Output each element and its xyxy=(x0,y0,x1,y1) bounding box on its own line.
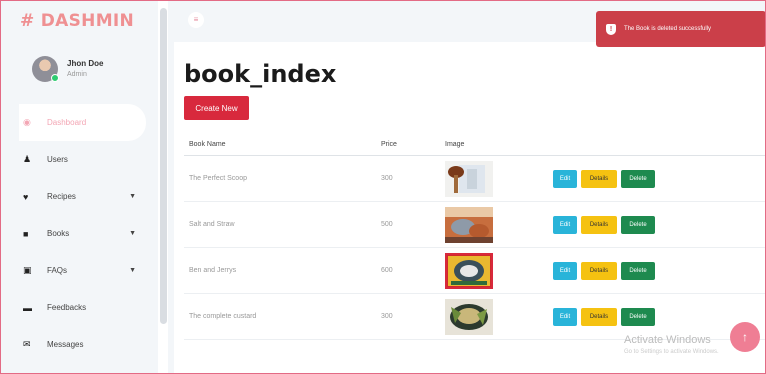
sidebar: # DASHMIN Jhon Doe Admin ◉ Dashboard ♟ U… xyxy=(0,0,158,374)
details-button[interactable]: Details xyxy=(581,215,617,234)
sidebar-item-faqs[interactable]: ▣ FAQs ▼ xyxy=(23,252,146,289)
details-button[interactable]: Details xyxy=(581,261,617,280)
table-row: Salt and Straw 500 Edit Details Delete xyxy=(184,202,766,248)
sidebar-item-label: Users xyxy=(47,155,68,164)
book-price-cell: 300 xyxy=(381,313,393,320)
chevron-down-icon[interactable]: ▼ xyxy=(129,230,136,237)
create-new-button[interactable]: Create New xyxy=(184,96,249,120)
watermark-title: Activate Windows xyxy=(624,334,711,346)
user-name: Jhon Doe xyxy=(67,59,104,68)
user-profile: Jhon Doe Admin xyxy=(32,56,103,82)
messages-icon: ✉ xyxy=(23,339,31,349)
sidebar-item-label: Feedbacks xyxy=(47,303,87,312)
chevron-down-icon[interactable]: ▼ xyxy=(129,267,136,274)
page-title: book_index xyxy=(184,60,337,88)
sidebar-item-label: FAQs xyxy=(47,266,68,275)
delete-success-toast: ! The Book is deleted successfully xyxy=(596,11,766,47)
back-to-top-icon[interactable]: ↑ xyxy=(730,322,760,352)
sidebar-nav: ◉ Dashboard ♟ Users ♥ Recipes ▼ ■ Books … xyxy=(19,104,146,363)
users-icon: ♟ xyxy=(23,154,32,164)
book-name-cell: Salt and Straw xyxy=(189,221,235,228)
sidebar-item-messages[interactable]: ✉ Messages xyxy=(23,326,146,363)
book-price-cell: 600 xyxy=(381,267,393,274)
content-edge xyxy=(168,0,174,374)
sidebar-item-label: Messages xyxy=(47,340,84,349)
table-header: Book Name Price Image xyxy=(184,134,766,156)
brand-logo[interactable]: # DASHMIN xyxy=(20,11,134,31)
shield-alert-icon: ! xyxy=(606,23,616,35)
edit-button[interactable]: Edit xyxy=(553,307,577,326)
book-cover-image xyxy=(445,206,493,243)
avatar xyxy=(32,56,59,82)
details-button[interactable]: Details xyxy=(581,169,617,188)
sidebar-scrollbar[interactable] xyxy=(160,8,167,324)
column-header-book-name: Book Name xyxy=(189,141,226,148)
sidebar-item-recipes[interactable]: ♥ Recipes ▼ xyxy=(23,178,146,215)
recipes-icon: ♥ xyxy=(23,191,29,202)
delete-button[interactable]: Delete xyxy=(621,307,655,326)
book-price-cell: 500 xyxy=(381,221,393,228)
book-cover-image xyxy=(445,298,493,335)
book-name-cell: Ben and Jerrys xyxy=(189,267,237,274)
book-name-cell: The Perfect Scoop xyxy=(189,175,247,182)
book-cover-image xyxy=(445,160,493,197)
edit-button[interactable]: Edit xyxy=(553,261,577,280)
delete-button[interactable]: Delete xyxy=(621,169,655,188)
table-row: Ben and Jerrys 600 Edit Details Delete xyxy=(184,248,766,294)
sidebar-item-label: Books xyxy=(47,229,70,238)
user-role: Admin xyxy=(67,71,87,78)
online-indicator xyxy=(51,74,59,82)
book-name-cell: The complete custard xyxy=(189,313,257,320)
column-header-image: Image xyxy=(445,141,465,148)
table-row: The Perfect Scoop 300 Edit Details Delet… xyxy=(184,156,766,202)
menu-toggle-icon[interactable]: ≡ xyxy=(188,12,204,28)
faqs-icon: ▣ xyxy=(23,265,32,275)
sidebar-item-users[interactable]: ♟ Users xyxy=(23,141,146,178)
books-table: Book Name Price Image The Perfect Scoop … xyxy=(184,134,766,340)
sidebar-item-feedbacks[interactable]: ▬ Feedbacks xyxy=(23,289,146,326)
speedometer-icon: ◉ xyxy=(23,117,31,127)
activate-windows-watermark: Activate Windows Go to Settings to activ… xyxy=(624,334,719,358)
delete-button[interactable]: Delete xyxy=(621,261,655,280)
sidebar-item-dashboard[interactable]: ◉ Dashboard xyxy=(19,104,146,141)
books-icon: ■ xyxy=(23,228,29,239)
delete-button[interactable]: Delete xyxy=(621,215,655,234)
column-header-price: Price xyxy=(381,141,397,148)
watermark-subtitle: Go to Settings to activate Windows. xyxy=(624,349,719,355)
details-button[interactable]: Details xyxy=(581,307,617,326)
toast-message: The Book is deleted successfully xyxy=(624,26,712,32)
sidebar-item-label: Dashboard xyxy=(47,118,87,127)
edit-button[interactable]: Edit xyxy=(553,169,577,188)
book-cover-image xyxy=(445,252,493,289)
sidebar-item-books[interactable]: ■ Books ▼ xyxy=(23,215,146,252)
sidebar-item-label: Recipes xyxy=(47,192,76,201)
feedback-icon: ▬ xyxy=(23,302,32,313)
book-price-cell: 300 xyxy=(381,175,393,182)
chevron-down-icon[interactable]: ▼ xyxy=(129,193,136,200)
edit-button[interactable]: Edit xyxy=(553,215,577,234)
